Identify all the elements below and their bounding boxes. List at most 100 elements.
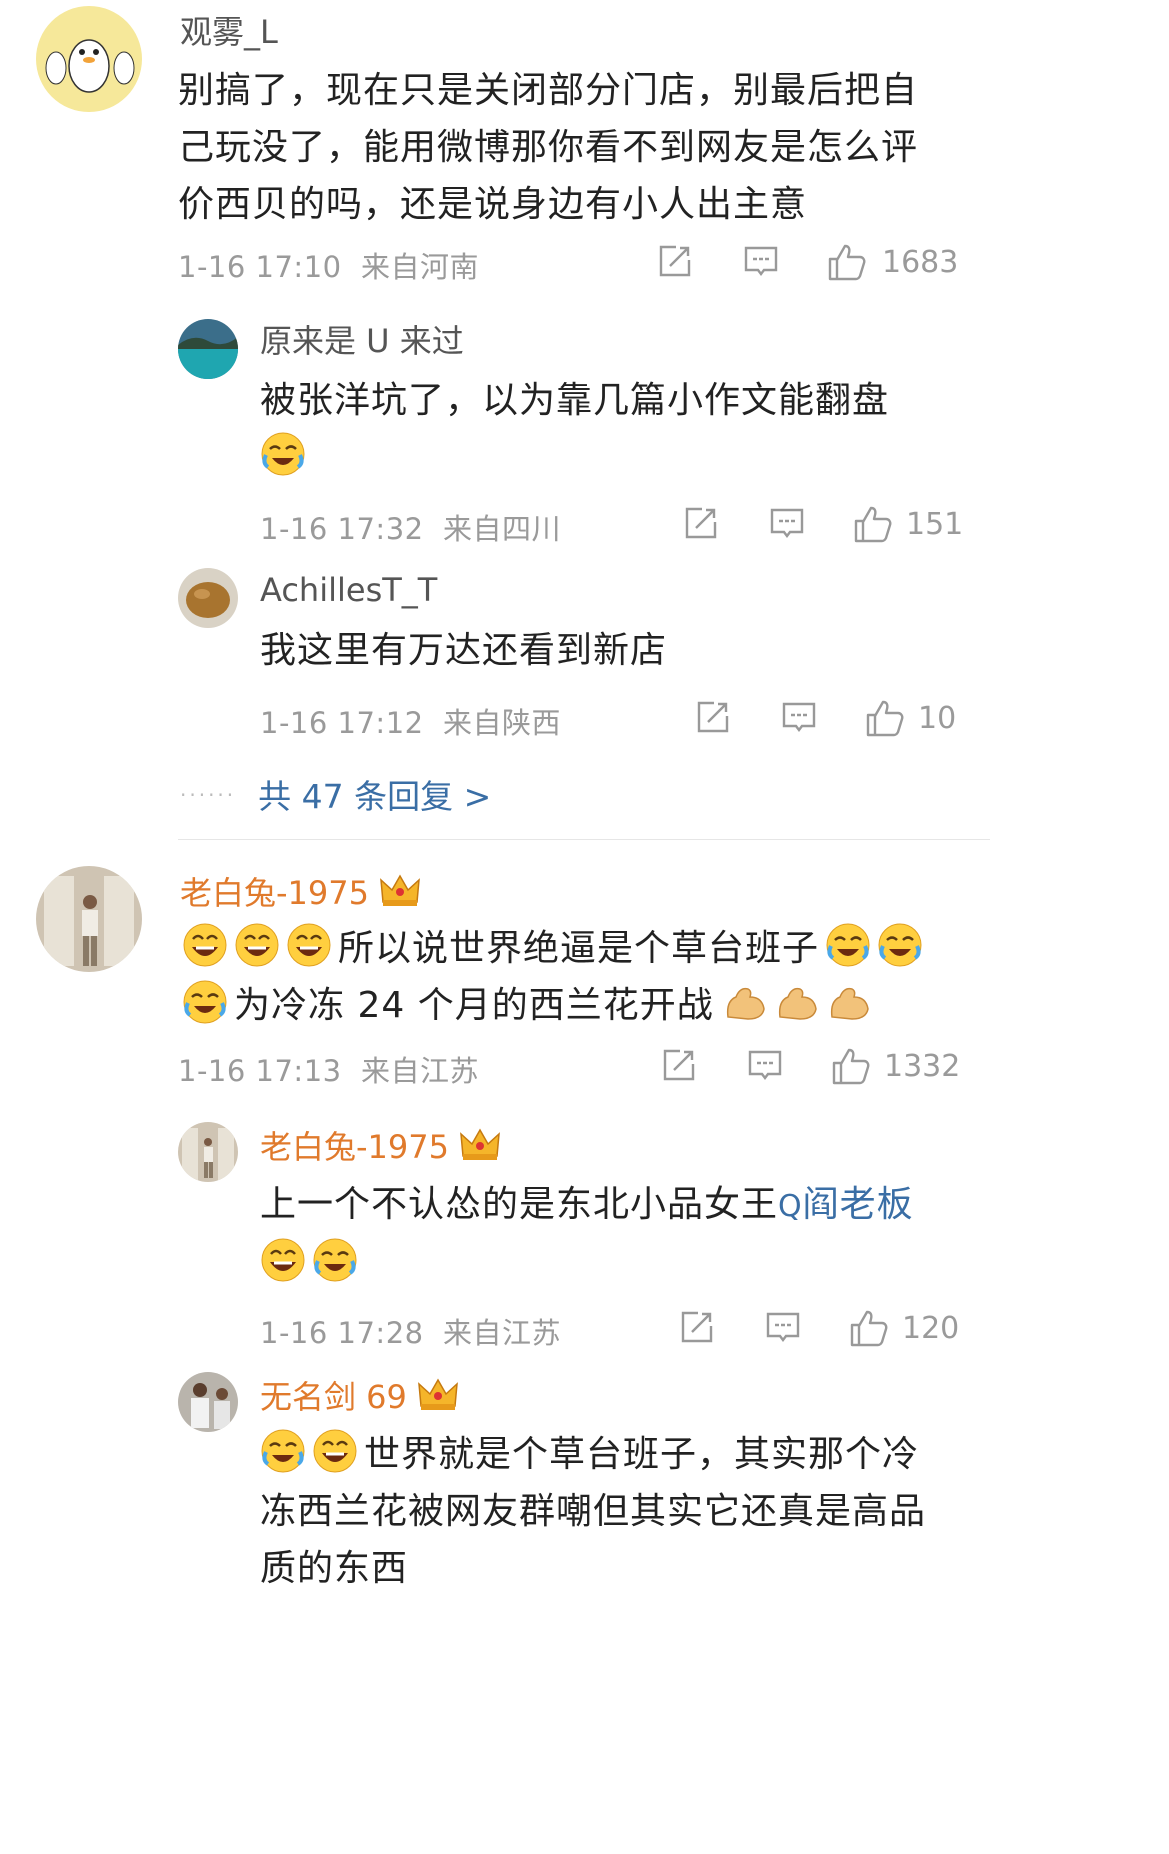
like-count: 1332 (884, 1048, 961, 1084)
avatar[interactable] (36, 866, 142, 972)
comment-icon (782, 702, 816, 732)
thumbs-up-icon (832, 1048, 870, 1085)
like-count: 120 (902, 1310, 960, 1346)
comment-icon (748, 1050, 782, 1080)
share-button[interactable] (656, 242, 694, 280)
username[interactable]: 无名剑 69 (260, 1376, 459, 1417)
divider (178, 839, 990, 840)
location: 来自四川 (443, 512, 562, 546)
like-count: 10 (918, 700, 957, 736)
reply-button[interactable] (764, 1308, 802, 1346)
flexed-biceps-emoji (774, 979, 820, 1025)
share-button[interactable] (678, 1308, 716, 1346)
timestamp: 1-16 17:13 (178, 1054, 342, 1088)
avatar[interactable] (178, 319, 238, 379)
topic-link[interactable]: Q阎老板 (778, 1184, 914, 1225)
cry-laugh-emoji (260, 431, 306, 477)
username[interactable]: 原来是 U 来过 (260, 321, 464, 361)
thumbs-up-icon (854, 506, 892, 543)
avatar-man-window-image (178, 1122, 238, 1182)
ellipsis-dots: ······ (180, 783, 237, 807)
thumbs-up-icon (850, 1310, 888, 1347)
reply-button[interactable] (746, 1046, 784, 1084)
share-icon (663, 1049, 695, 1081)
avatar[interactable] (178, 1122, 238, 1182)
crown-icon (417, 1376, 459, 1412)
share-icon (659, 245, 691, 277)
crown-icon (379, 872, 421, 908)
share-icon (681, 1311, 713, 1343)
comment-text: 别搞了，现在只是关闭部分门店，别最后把自己玩没了，能用微博那你看不到网友是怎么评… (178, 70, 919, 225)
action-bar: 120 (664, 1308, 964, 1352)
cry-laugh-emoji (182, 979, 228, 1025)
timestamp: 1-16 17:28 (260, 1316, 424, 1350)
reply-meta: 1-16 17:32 来自四川 (260, 506, 561, 548)
comment-meta: 1-16 17:13 来自江苏 (178, 1048, 479, 1090)
flexed-biceps-emoji (722, 979, 768, 1025)
view-more-replies-link[interactable]: ······ 共 47 条回复 > (180, 770, 491, 818)
cry-laugh-emoji (825, 922, 871, 968)
comment-icon (766, 1312, 800, 1342)
laugh-emoji (260, 1237, 306, 1283)
comment-meta: 1-16 17:10 来自河南 (178, 244, 479, 286)
avatar-man-window-image (36, 866, 142, 972)
like-button[interactable]: 10 (864, 698, 956, 738)
like-count: 151 (906, 506, 964, 542)
location: 来自江苏 (443, 1316, 562, 1350)
reply-button[interactable] (768, 504, 806, 542)
location: 来自河南 (361, 250, 480, 284)
reply-text: 被张洋坑了，以为靠几篇小作文能翻盘 (260, 372, 950, 486)
crown-icon (459, 1126, 501, 1162)
action-bar: 1683 (640, 242, 960, 286)
comment-icon (770, 508, 804, 538)
share-button[interactable] (660, 1046, 698, 1084)
avatar-lake-image (178, 319, 238, 379)
laugh-emoji (286, 922, 332, 968)
share-icon (685, 507, 717, 539)
laugh-emoji (234, 922, 280, 968)
avatar-nut-image (178, 568, 238, 628)
timestamp: 1-16 17:10 (178, 250, 342, 284)
username[interactable]: 老白兔-1975 (180, 872, 421, 913)
cry-laugh-emoji (312, 1237, 358, 1283)
username-text: 无名剑 69 (260, 1378, 407, 1416)
share-icon (697, 701, 729, 733)
avatar-basketball-players-image (178, 1372, 238, 1432)
cry-laugh-emoji (260, 1428, 306, 1474)
avatar[interactable] (178, 568, 238, 628)
reply-meta: 1-16 17:12 来自陕西 (260, 700, 561, 742)
like-button[interactable]: 120 (848, 1308, 959, 1348)
flexed-biceps-emoji (826, 979, 872, 1025)
avatar[interactable] (36, 6, 142, 112)
thumbs-up-icon (828, 244, 866, 281)
like-button[interactable]: 1332 (830, 1046, 960, 1086)
reply-text-content: 上一个不认怂的是东北小品女王 (260, 1184, 779, 1225)
username-text: 老白兔-1975 (260, 1128, 449, 1166)
comment-icon (744, 246, 778, 276)
location: 来自陕西 (443, 706, 562, 740)
username[interactable]: 老白兔-1975 (260, 1126, 501, 1167)
comment-text-line2: 为冷冻 24 个月的西兰花开战 (234, 985, 714, 1026)
more-replies-label: 共 47 条回复 > (258, 777, 492, 816)
comment-text: 所以说世界绝逼是个草台班子 为冷冻 24 个月的西兰花开战 (182, 920, 972, 1034)
like-button[interactable]: 1683 (826, 242, 958, 282)
reply-meta: 1-16 17:28 来自江苏 (260, 1310, 561, 1352)
timestamp: 1-16 17:12 (260, 706, 424, 740)
reply-button[interactable] (742, 242, 780, 280)
share-button[interactable] (694, 698, 732, 736)
username-text: 老白兔-1975 (180, 874, 369, 912)
search-icon: Q (778, 1189, 803, 1224)
action-bar: 1332 (644, 1046, 964, 1090)
cry-laugh-emoji (877, 922, 923, 968)
avatar[interactable] (178, 1372, 238, 1432)
share-button[interactable] (682, 504, 720, 542)
avatar-duck-image (36, 6, 142, 112)
comment-text-line1: 所以说世界绝逼是个草台班子 (338, 928, 820, 969)
username[interactable]: AchillesT_T (260, 570, 437, 610)
reply-text-content: 被张洋坑了，以为靠几篇小作文能翻盘 (260, 380, 890, 421)
laugh-emoji (182, 922, 228, 968)
like-button[interactable]: 151 (852, 504, 963, 544)
reply-button[interactable] (780, 698, 818, 736)
topic-link-label: 阎老板 (802, 1184, 914, 1225)
username[interactable]: 观雾_L (180, 12, 278, 52)
